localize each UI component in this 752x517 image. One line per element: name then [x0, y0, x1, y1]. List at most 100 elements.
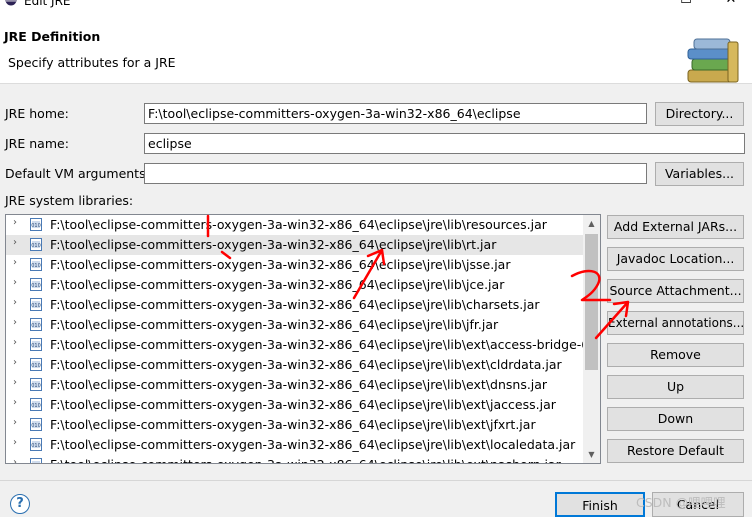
svg-text:010: 010 [31, 263, 41, 269]
scrollbar-thumb[interactable] [585, 234, 598, 370]
svg-text:010: 010 [31, 383, 41, 389]
javadoc-location-button[interactable]: Javadoc Location... [607, 247, 744, 271]
vertical-scrollbar[interactable]: ▲ ▼ [583, 215, 600, 463]
expand-chevron-icon[interactable]: › [13, 457, 17, 463]
expand-chevron-icon[interactable]: › [13, 397, 17, 408]
add-external-jars-button[interactable]: Add External JARs... [607, 215, 744, 239]
header-title: JRE Definition [4, 29, 101, 44]
library-path: F:\tool\eclipse-committers-oxygen-3a-win… [50, 397, 556, 412]
jar-file-icon: 010 [30, 398, 42, 411]
library-row[interactable]: › 010 F:\tool\eclipse-committers-oxygen-3a… [6, 455, 584, 464]
watermark: CSDN @哩哩哩 [636, 495, 726, 510]
expand-chevron-icon[interactable]: › [13, 437, 17, 448]
down-button[interactable]: Down [607, 407, 744, 431]
jar-file-icon: 010 [30, 218, 42, 231]
expand-chevron-icon[interactable]: › [13, 417, 17, 428]
jar-file-icon: 010 [30, 298, 42, 311]
library-row[interactable]: › 010 F:\tool\eclipse-committers-oxygen-3a… [6, 415, 584, 435]
library-row[interactable]: › 010 F:\tool\eclipse-committers-oxygen-3a… [6, 295, 584, 315]
svg-text:010: 010 [31, 423, 41, 429]
external-annotations-button[interactable]: External annotations... [607, 311, 744, 335]
svg-text:010: 010 [31, 463, 41, 464]
library-row[interactable]: › 010 F:\tool\eclipse-committers-oxygen-3a… [6, 435, 584, 455]
dialog-header: JRE Definition Specify attributes for a … [0, 10, 752, 84]
svg-text:010: 010 [31, 403, 41, 409]
jre-home-label: JRE home: [5, 106, 69, 121]
library-row[interactable]: › 010 F:\tool\eclipse-committers-oxygen-3a… [6, 215, 584, 235]
jar-file-icon: 010 [30, 358, 42, 371]
library-path: F:\tool\eclipse-committers-oxygen-3a-win… [50, 377, 548, 392]
library-path: F:\tool\eclipse-committers-oxygen-3a-win… [50, 337, 601, 352]
restore-default-button[interactable]: Restore Default [607, 439, 744, 463]
directory-button[interactable]: Directory... [655, 102, 744, 126]
up-button[interactable]: Up [607, 375, 744, 399]
library-path: F:\tool\eclipse-committers-oxygen-3a-win… [50, 217, 547, 232]
jar-file-icon: 010 [30, 238, 42, 251]
expand-chevron-icon[interactable]: › [13, 277, 17, 288]
svg-text:010: 010 [31, 243, 41, 249]
library-row[interactable]: › 010 F:\tool\eclipse-committers-oxygen-3a… [6, 355, 584, 375]
library-row[interactable]: › 010 F:\tool\eclipse-committers-oxygen-3a… [6, 275, 584, 295]
close-button[interactable]: ✕ [708, 0, 752, 10]
source-attachment-button[interactable]: Source Attachment... [607, 279, 744, 303]
window-title: Edit JRE [24, 0, 71, 8]
expand-chevron-icon[interactable]: › [13, 377, 17, 388]
jre-name-label: JRE name: [5, 136, 69, 151]
footer-separator [0, 480, 752, 481]
libraries-tree[interactable]: › 010 F:\tool\eclipse-committers-oxygen-3a… [5, 214, 601, 464]
library-path: F:\tool\eclipse-committers-oxygen-3a-win… [50, 317, 499, 332]
scroll-down-arrow-icon[interactable]: ▼ [583, 446, 600, 463]
expand-chevron-icon[interactable]: › [13, 257, 17, 268]
jar-file-icon: 010 [30, 418, 42, 431]
library-row[interactable]: › 010 F:\tool\eclipse-committers-oxygen-3a… [6, 315, 584, 335]
library-path: F:\tool\eclipse-committers-oxygen-3a-win… [50, 357, 562, 372]
jar-file-icon: 010 [30, 458, 42, 464]
maximize-button[interactable]: ☐ [663, 0, 709, 10]
library-path: F:\tool\eclipse-committers-oxygen-3a-win… [50, 437, 576, 452]
jar-file-icon: 010 [30, 258, 42, 271]
finish-button[interactable]: Finish [555, 492, 645, 517]
variables-button[interactable]: Variables... [655, 162, 744, 186]
library-row[interactable]: › 010 F:\tool\eclipse-committers-oxygen-3a… [6, 375, 584, 395]
library-books-icon [687, 38, 739, 83]
library-path: F:\tool\eclipse-committers-oxygen-3a-win… [50, 257, 511, 272]
jar-file-icon: 010 [30, 378, 42, 391]
expand-chevron-icon[interactable]: › [13, 237, 17, 248]
eclipse-logo-icon [5, 0, 17, 6]
header-subtitle: Specify attributes for a JRE [8, 55, 176, 70]
help-icon[interactable]: ? [10, 494, 30, 514]
jre-name-field[interactable]: eclipse [144, 133, 745, 154]
library-path: F:\tool\eclipse-committers-oxygen-3a-win… [50, 417, 536, 432]
vm-args-field[interactable] [144, 163, 647, 184]
library-row[interactable]: › 010 F:\tool\eclipse-committers-oxygen-3a… [6, 395, 584, 415]
svg-text:010: 010 [31, 283, 41, 289]
svg-text:010: 010 [31, 223, 41, 229]
expand-chevron-icon[interactable]: › [13, 357, 17, 368]
jre-home-field[interactable]: F:\tool\eclipse-committers-oxygen-3a-win… [144, 103, 647, 124]
library-path: F:\tool\eclipse-committers-oxygen-3a-win… [50, 457, 561, 463]
jar-file-icon: 010 [30, 438, 42, 451]
expand-chevron-icon[interactable]: › [13, 337, 17, 348]
svg-text:010: 010 [31, 443, 41, 449]
svg-text:010: 010 [31, 323, 41, 329]
jar-file-icon: 010 [30, 318, 42, 331]
library-row[interactable]: › 010 F:\tool\eclipse-committers-oxygen-3a… [6, 235, 584, 255]
jar-file-icon: 010 [30, 278, 42, 291]
library-path: F:\tool\eclipse-committers-oxygen-3a-win… [50, 277, 505, 292]
expand-chevron-icon[interactable]: › [13, 217, 17, 228]
svg-text:010: 010 [31, 303, 41, 309]
remove-button[interactable]: Remove [607, 343, 744, 367]
library-row[interactable]: › 010 F:\tool\eclipse-committers-oxygen-3a… [6, 255, 584, 275]
svg-text:010: 010 [31, 343, 41, 349]
minimize-button[interactable]: — [615, 0, 661, 10]
library-path: F:\tool\eclipse-committers-oxygen-3a-win… [50, 237, 497, 252]
expand-chevron-icon[interactable]: › [13, 297, 17, 308]
library-row[interactable]: › 010 F:\tool\eclipse-committers-oxygen-3a… [6, 335, 600, 355]
title-bar: Edit JRE — ☐ ✕ [0, 0, 752, 10]
libraries-label: JRE system libraries: [5, 193, 134, 208]
scroll-up-arrow-icon[interactable]: ▲ [583, 215, 600, 232]
vm-args-label: Default VM arguments: [5, 166, 150, 181]
expand-chevron-icon[interactable]: › [13, 317, 17, 328]
jar-file-icon: 010 [30, 338, 42, 351]
library-path: F:\tool\eclipse-committers-oxygen-3a-win… [50, 297, 540, 312]
